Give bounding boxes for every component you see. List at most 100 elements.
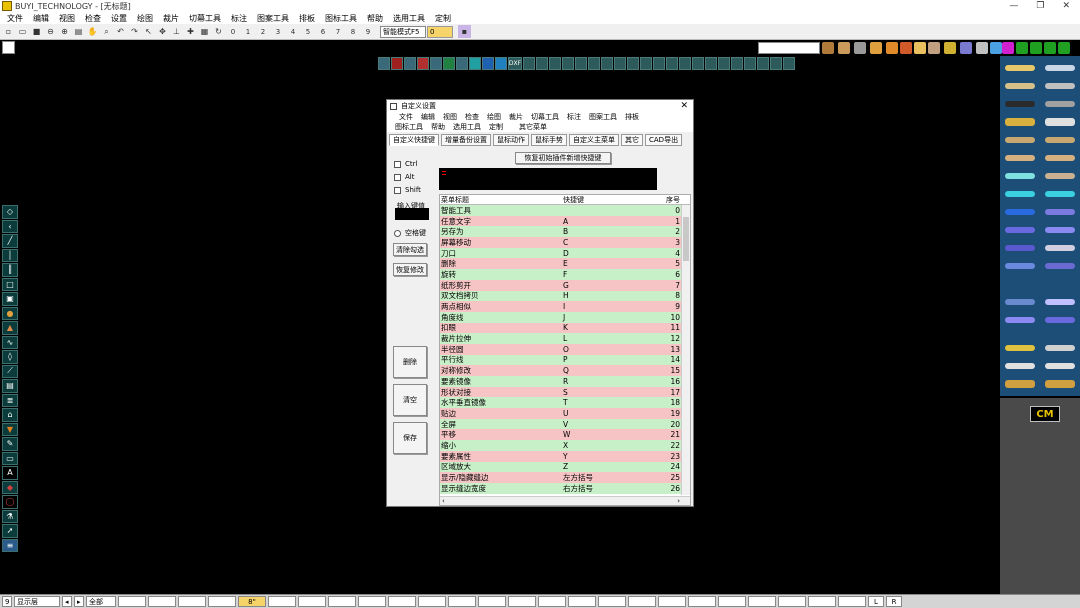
status-layer-display[interactable]: 显示层	[14, 596, 60, 607]
strip-icon[interactable]	[744, 57, 756, 70]
strip-icon[interactable]	[666, 57, 678, 70]
person-icon[interactable]	[976, 42, 988, 54]
pattern-tool[interactable]	[1042, 78, 1078, 94]
curve-icon[interactable]	[1058, 42, 1070, 54]
strip-icon[interactable]	[679, 57, 691, 70]
close-button[interactable]: ✕	[1062, 1, 1070, 11]
status-left-button[interactable]: L	[868, 596, 884, 607]
circle-icon[interactable]	[1030, 42, 1042, 54]
strip-icon[interactable]	[430, 57, 442, 70]
layer-5[interactable]: 5	[301, 25, 315, 38]
pattern-tool[interactable]	[1002, 96, 1038, 112]
strip-icon[interactable]	[692, 57, 704, 70]
checkbox-box[interactable]	[394, 160, 401, 168]
list-icon[interactable]: ≡	[2, 538, 18, 552]
horizontal-scrollbar[interactable]: ‹ ›	[440, 496, 690, 505]
menu-file[interactable]: 文件	[2, 13, 28, 24]
pattern-tool[interactable]	[1002, 358, 1038, 374]
line-icon[interactable]	[1044, 42, 1056, 54]
hand-tool-icon[interactable]	[838, 42, 850, 54]
zoom-in-icon[interactable]: ⊕	[58, 25, 71, 38]
table-row[interactable]: 角度线 J 10	[440, 311, 690, 323]
parallel-icon[interactable]: ║	[2, 263, 18, 277]
pattern-tool[interactable]	[1002, 294, 1038, 310]
table-row[interactable]: 纸形剪开 G 7	[440, 279, 690, 291]
table-row[interactable]: 半径圆 O 13	[440, 343, 690, 355]
dialog-menu-item[interactable]: 其它菜单	[515, 122, 551, 132]
vertical-line-icon[interactable]: │	[2, 248, 18, 262]
menu-view[interactable]: 视图	[54, 13, 80, 24]
rotate-icon[interactable]: ↻	[212, 25, 225, 38]
layer-8[interactable]: 8	[346, 25, 360, 38]
space-key-radio[interactable]: 空格键	[394, 228, 426, 238]
col-index[interactable]: 序号	[666, 195, 682, 205]
frame-icon[interactable]: ▣	[2, 292, 18, 306]
menu-check[interactable]: 检查	[80, 13, 106, 24]
save-icon[interactable]: ■	[30, 25, 43, 38]
table-row[interactable]: 刀口 D 4	[440, 247, 690, 259]
strip-icon[interactable]	[627, 57, 639, 70]
table-row[interactable]: 要素镜像 R 16	[440, 376, 690, 387]
pattern-tool[interactable]	[1042, 186, 1078, 202]
line-tool-icon[interactable]: ╱	[2, 234, 18, 248]
pattern-tool[interactable]	[1042, 150, 1078, 166]
pattern-tool[interactable]	[1002, 168, 1038, 184]
table-row[interactable]: 两点相似 I 9	[440, 301, 690, 312]
knife-icon[interactable]: ◆	[2, 480, 18, 494]
strip-icon[interactable]	[770, 57, 782, 70]
maximize-button[interactable]: ❐	[1036, 1, 1044, 11]
circle-tool-icon[interactable]: ◯	[2, 495, 18, 509]
dxf-icon[interactable]: DXF	[508, 57, 522, 70]
strip-icon[interactable]	[705, 57, 717, 70]
marker-icon[interactable]: ●	[2, 306, 18, 320]
table-row[interactable]: 双文档拷贝 H 8	[440, 290, 690, 302]
tab-backup-settings[interactable]: 增量备份设置	[441, 134, 491, 146]
slope-icon[interactable]: ⟋	[2, 364, 18, 378]
table-row[interactable]: 缩小 X 22	[440, 440, 690, 451]
dialog-menu-item[interactable]: 切幕工具	[527, 112, 563, 122]
save-button[interactable]: 保存	[393, 422, 427, 454]
pointer-tool-icon[interactable]	[2, 41, 15, 54]
dialog-menu-item[interactable]: 图案工具	[585, 112, 621, 122]
layer-2[interactable]: 2	[256, 25, 270, 38]
pattern-tool[interactable]	[1002, 150, 1038, 166]
menu-pattern-tools[interactable]: 图案工具	[252, 13, 294, 24]
layer-3[interactable]: 3	[271, 25, 285, 38]
strip-icon[interactable]	[783, 57, 795, 70]
doc-icon[interactable]: ▤	[2, 379, 18, 393]
menu-icon-tools[interactable]: 图标工具	[320, 13, 362, 24]
table-row[interactable]: 删除 E 5	[440, 258, 690, 270]
pattern-tool[interactable]	[1042, 222, 1078, 238]
pattern-tool[interactable]	[1042, 258, 1078, 274]
tab-custom-shortcuts[interactable]: 自定义快捷键	[389, 134, 439, 146]
table-row[interactable]: 旋转 F 6	[440, 269, 690, 280]
layer-1[interactable]: 1	[241, 25, 255, 38]
table-row[interactable]: 扣眼 K 11	[440, 322, 690, 334]
tab-custom-main-menu[interactable]: 自定义主菜单	[569, 134, 619, 146]
square-icon[interactable]: □	[2, 277, 18, 291]
zoom-area-icon[interactable]: ⌕	[100, 25, 113, 38]
dialog-menu-item[interactable]: 文件	[395, 112, 417, 122]
strip-icon[interactable]	[391, 57, 403, 70]
pattern-tool[interactable]	[1042, 240, 1078, 256]
table-row[interactable]: 形状对接 S 17	[440, 386, 690, 398]
layer-4[interactable]: 4	[286, 25, 300, 38]
hand-icon[interactable]: ✋	[86, 25, 99, 38]
pattern-tool[interactable]	[1002, 132, 1038, 148]
menu-annotate[interactable]: 标注	[226, 13, 252, 24]
checkbox-box[interactable]	[394, 186, 401, 194]
status-all[interactable]: 全部	[86, 596, 116, 607]
key-input-field[interactable]	[395, 208, 429, 220]
tag-icon[interactable]	[886, 42, 898, 54]
dialog-menu-item[interactable]: 标注	[563, 112, 585, 122]
tab-mouse-gestures[interactable]: 鼠标手势	[531, 134, 567, 146]
col-shortcut[interactable]: 快捷键	[561, 195, 666, 205]
layer-0[interactable]: 0	[226, 25, 240, 38]
strip-icon[interactable]	[523, 57, 535, 70]
tab-cad-export[interactable]: CAD导出	[645, 134, 683, 146]
menu-select-tools[interactable]: 选用工具	[388, 13, 430, 24]
alt-checkbox[interactable]: Alt	[394, 173, 414, 181]
clear-check-button[interactable]: 清除勾选	[393, 243, 427, 256]
pattern-tool[interactable]	[1042, 376, 1078, 392]
table-row[interactable]: 贴边 U 19	[440, 408, 690, 419]
